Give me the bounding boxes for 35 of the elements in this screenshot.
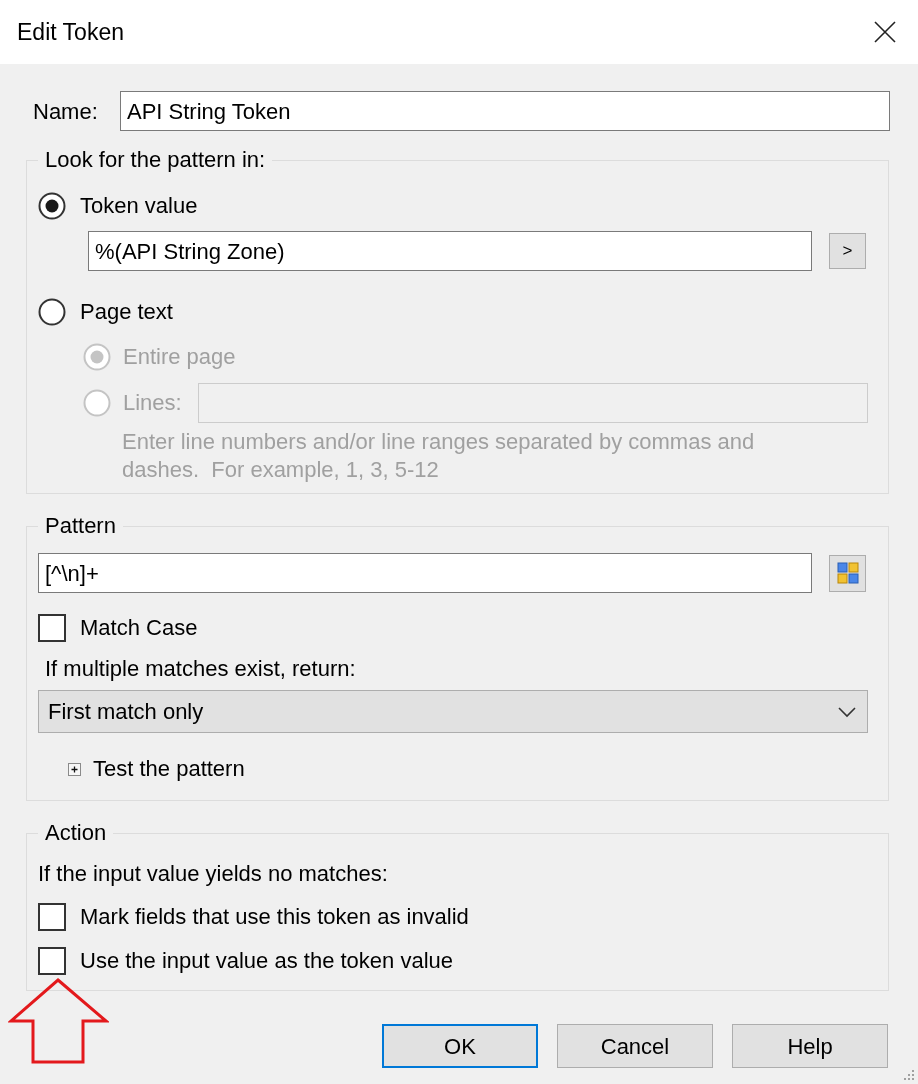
radio-label: Token value	[80, 192, 198, 220]
plus-box-icon	[68, 762, 81, 776]
group-title: Pattern	[44, 514, 117, 538]
pattern-builder-button[interactable]	[829, 554, 866, 592]
return-dropdown[interactable]: First match only	[38, 690, 868, 733]
hint-text: Enter line numbers and/or line ranges separated by commas and dashes. For example, 1, 3, 5-12	[122, 428, 756, 484]
group-title: Look for the pattern in:	[44, 148, 267, 172]
grid-icon	[836, 562, 859, 584]
dialog-button[interactable]: Help	[732, 1024, 888, 1068]
checkbox-label: Match Case	[80, 614, 198, 642]
field-label: If multiple matches exist, return:	[44, 657, 357, 681]
radio-label: Entire page	[123, 343, 236, 371]
chevron-down-icon	[837, 705, 857, 718]
radio-button[interactable]	[38, 192, 66, 220]
checkbox[interactable]	[38, 947, 66, 975]
field-label: Name:	[32, 97, 99, 126]
radio-label: Page text	[80, 298, 173, 326]
checkbox[interactable]	[38, 903, 66, 931]
checkbox[interactable]	[38, 614, 66, 642]
browse-button[interactable]: >	[829, 233, 866, 269]
dialog-button[interactable]: Cancel	[557, 1024, 713, 1068]
test-pattern-toggle[interactable]: Test the pattern	[68, 757, 245, 781]
token-value-field[interactable]: %(API String Zone)	[88, 231, 812, 271]
group-title: Action	[44, 821, 108, 845]
pattern-field[interactable]: [^\n]+	[38, 553, 812, 593]
dialog-button[interactable]: OK	[382, 1024, 538, 1068]
resize-grip-icon[interactable]	[903, 1069, 915, 1081]
close-icon	[874, 21, 896, 43]
name-field[interactable]: API String Token	[120, 91, 890, 131]
radio-label: Lines:	[123, 389, 183, 417]
checkbox-label: Use the input value as the token value	[80, 947, 454, 975]
radio-button[interactable]	[38, 298, 66, 326]
field-label: If the input value yields no matches:	[38, 862, 389, 886]
checkbox-label: Mark fields that use this token as invalid	[80, 903, 469, 931]
window-title: Edit Token	[17, 18, 124, 46]
